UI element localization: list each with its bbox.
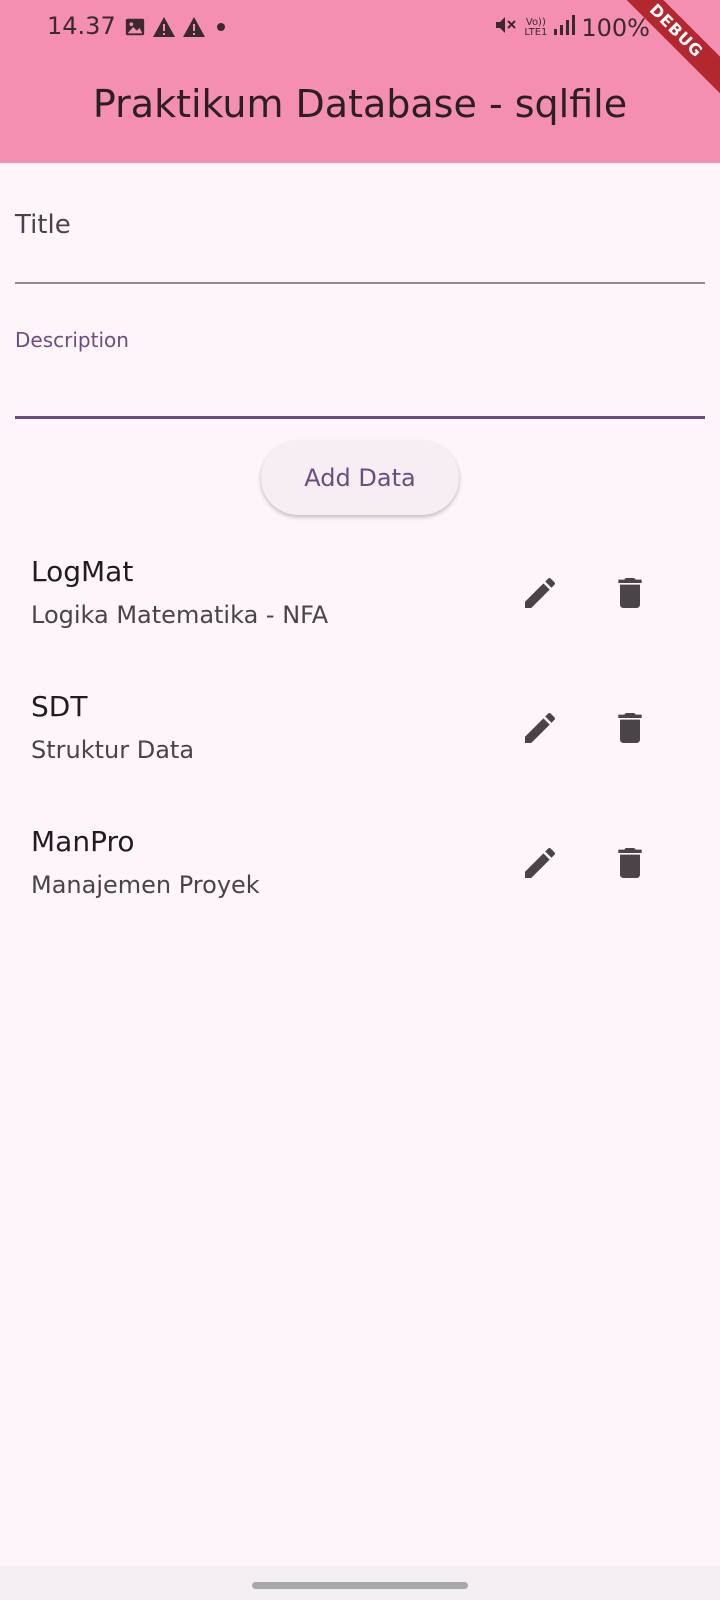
status-icons-left: [124, 16, 230, 42]
page-title: Praktikum Database - sqlfile: [92, 82, 628, 126]
item-subtitle: Logika Matematika - NFA: [31, 601, 329, 629]
status-time: 14.37: [47, 12, 116, 40]
delete-icon[interactable]: [606, 839, 654, 887]
description-field-label: Description: [15, 328, 129, 352]
warning-icon: [152, 16, 176, 42]
home-indicator[interactable]: [252, 1582, 468, 1589]
title-field-label: Title: [15, 210, 71, 240]
image-notification-icon: [124, 16, 146, 42]
battery-level: 100%: [581, 14, 650, 42]
item-title: ManPro: [31, 825, 135, 858]
network-type: Vo)) LTE1: [524, 18, 547, 38]
mute-icon: [494, 14, 518, 42]
screen: 14.37 Vo)) LTE1 100% DEBUG Praktikum Dat…: [0, 0, 720, 1600]
item-subtitle: Manajemen Proyek: [31, 871, 260, 899]
app-bar: 14.37 Vo)) LTE1 100% DEBUG Praktikum Dat…: [0, 0, 720, 163]
edit-icon[interactable]: [516, 839, 564, 887]
warning-icon: [182, 16, 206, 42]
lte-label: LTE1: [524, 27, 548, 38]
item-title: SDT: [31, 690, 88, 723]
title-field[interactable]: Title: [15, 190, 705, 284]
list-item[interactable]: SDT Struktur Data: [0, 680, 720, 780]
list-item[interactable]: ManPro Manajemen Proyek: [0, 815, 720, 915]
item-subtitle: Struktur Data: [31, 736, 195, 764]
dot-icon: [212, 16, 230, 42]
edit-icon[interactable]: [516, 704, 564, 752]
item-title: LogMat: [31, 555, 134, 588]
status-icons-right: Vo)) LTE1 100%: [494, 14, 650, 42]
edit-icon[interactable]: [516, 569, 564, 617]
signal-icon: [553, 14, 576, 42]
delete-icon[interactable]: [606, 569, 654, 617]
description-field[interactable]: Description: [15, 300, 705, 419]
delete-icon[interactable]: [606, 704, 654, 752]
list-item[interactable]: LogMat Logika Matematika - NFA: [0, 545, 720, 645]
add-data-button[interactable]: Add Data: [261, 441, 459, 515]
